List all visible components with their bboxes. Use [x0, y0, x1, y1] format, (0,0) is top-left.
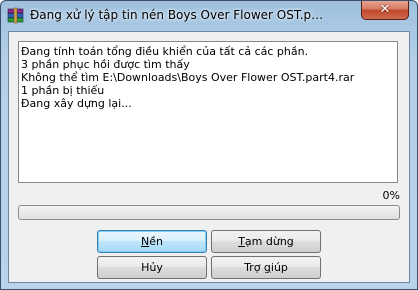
close-icon: ✕ [379, 2, 391, 17]
log-line: 1 phần bị thiếu [21, 84, 105, 97]
dialog-body: Đang tính toán tổng điều khiển của tất c… [8, 31, 410, 283]
cancel-button[interactable]: Hủy [97, 256, 207, 279]
compress-mnemonic: N [141, 235, 150, 248]
title-bar[interactable]: Đang xử lý tập tin nén Boys Over Flower … [1, 1, 417, 31]
compress-button[interactable]: Nền [97, 230, 207, 253]
help-label-rest: iúp [270, 261, 288, 274]
winrar-books-icon [7, 7, 24, 24]
status-log[interactable]: Đang tính toán tổng điều khiển của tất c… [18, 41, 398, 183]
close-button[interactable]: ✕ [361, 1, 409, 20]
pause-button[interactable]: Tạm dừng [211, 230, 321, 253]
compress-label-rest: ền [149, 235, 163, 248]
progress-bar [18, 205, 400, 220]
log-line: Đang xây dựng lại... [21, 97, 132, 110]
cancel-label: Hủy [141, 261, 163, 274]
help-button[interactable]: Trợ giúp [211, 256, 321, 279]
help-label-prefix: Trợ [244, 261, 264, 274]
log-line: 3 phần phục hồi được tìm thấy [21, 58, 190, 71]
progress-percent: 0% [382, 189, 400, 202]
window-title: Đang xử lý tập tin nén Boys Over Flower … [30, 8, 330, 22]
log-line: Không thể tìm E:\Downloads\Boys Over Flo… [21, 71, 355, 84]
pause-label-rest: ạm dừng [244, 235, 294, 248]
pause-mnemonic: T [238, 235, 245, 248]
log-line: Đang tính toán tổng điều khiển của tất c… [21, 45, 309, 58]
dialog-window: Đang xử lý tập tin nén Boys Over Flower … [0, 0, 418, 290]
help-mnemonic: g [263, 261, 271, 274]
